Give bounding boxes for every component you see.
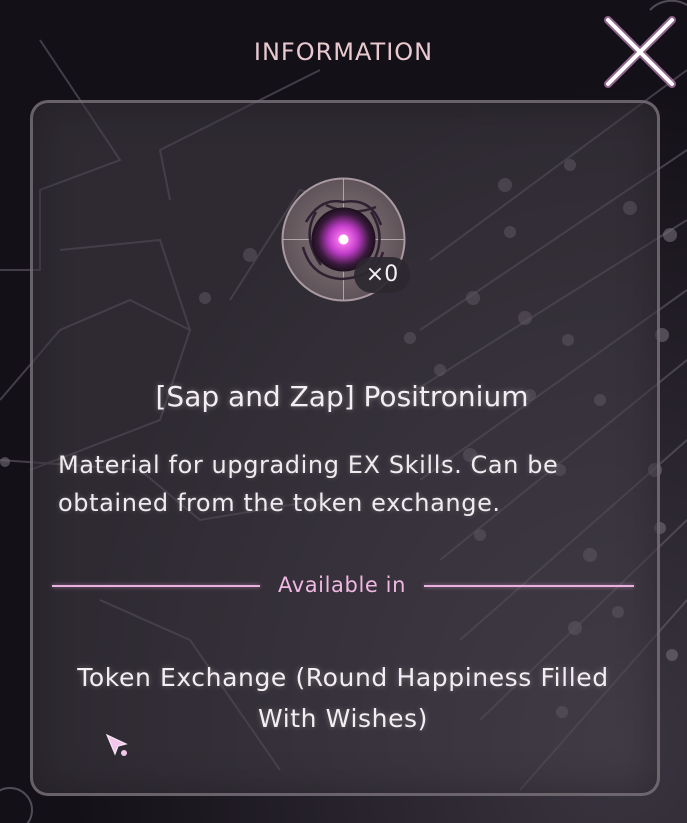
close-icon [604, 16, 676, 88]
divider-right [424, 585, 634, 587]
item-name: [Sap and Zap] Positronium [155, 380, 529, 413]
quantity-badge: ×0 [354, 257, 410, 293]
cursor-icon [105, 733, 128, 756]
available-in-label: Available in [277, 573, 407, 597]
information-title: INFORMATION [253, 38, 434, 66]
close-button[interactable] [598, 12, 682, 92]
divider-left [52, 585, 260, 587]
item-description: Material for upgrading EX Skills. Can be… [58, 451, 559, 517]
source-token-exchange[interactable]: Token Exchange (Round Happiness Filled W… [60, 657, 626, 739]
